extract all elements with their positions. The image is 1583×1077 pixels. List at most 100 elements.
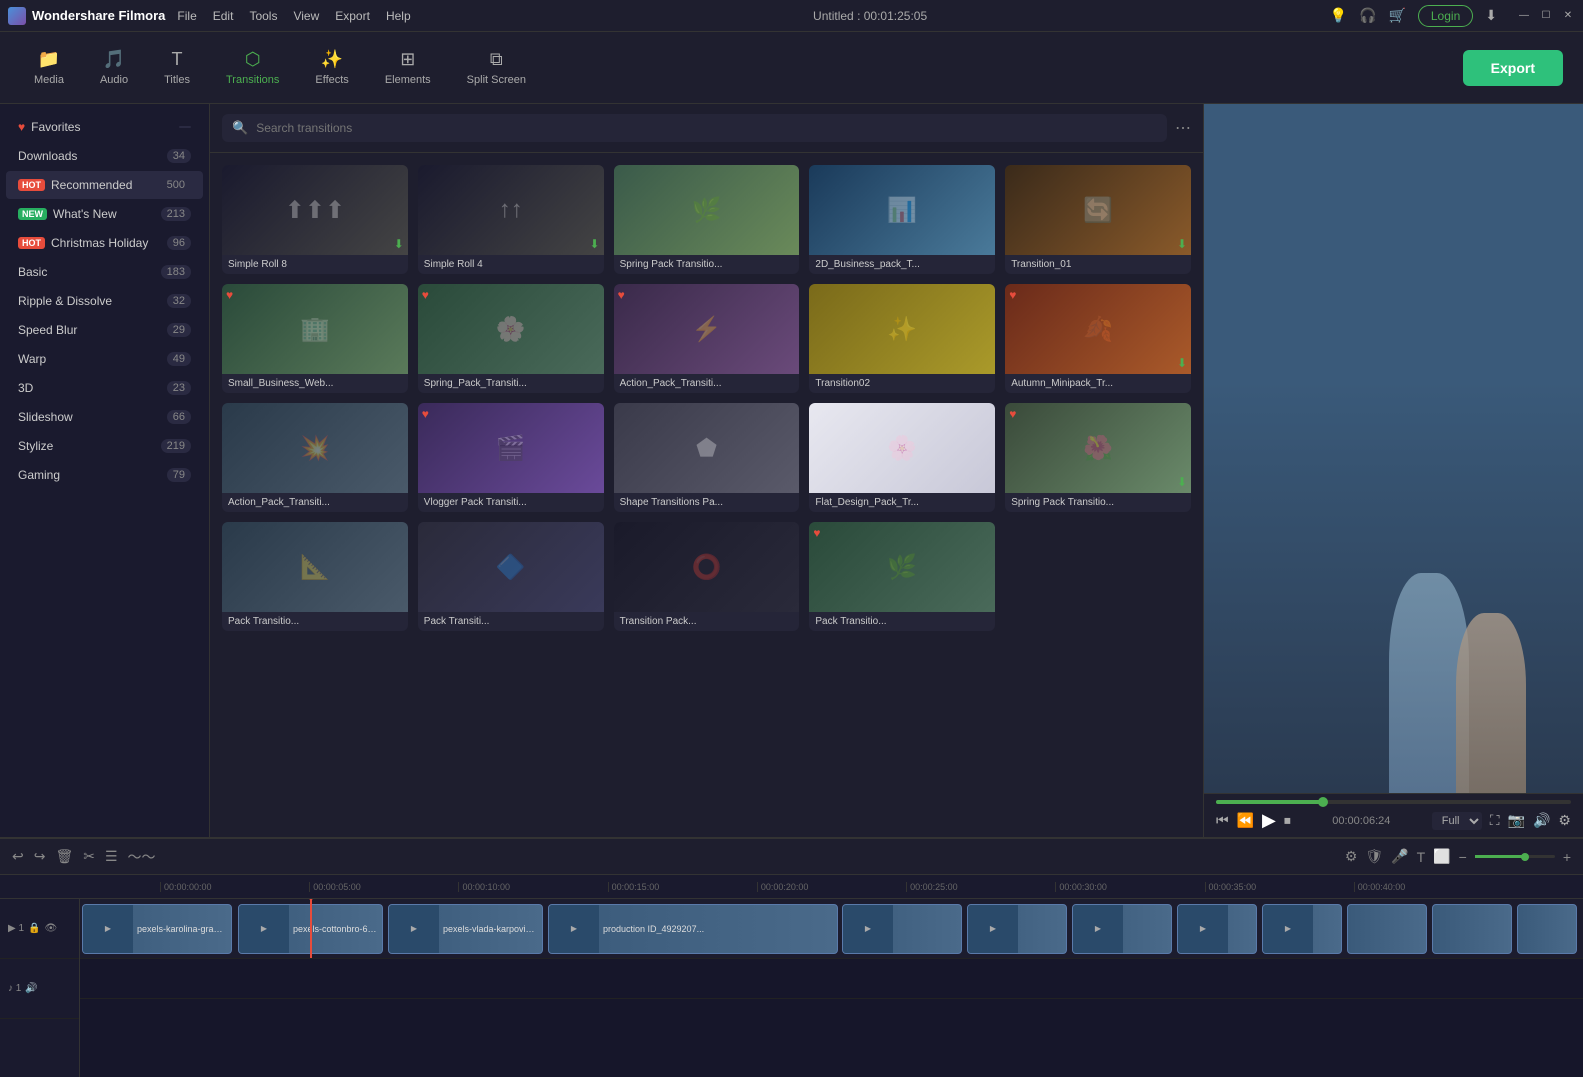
sidebar-item-recommended[interactable]: HOT Recommended 500: [6, 171, 203, 199]
transition-item-vlogger-pack[interactable]: ♥ 🎬 Vlogger Pack Transiti...: [418, 403, 604, 512]
mic-icon[interactable]: 🎤: [1391, 848, 1408, 865]
sidebar-item-3d[interactable]: 3D 23: [6, 374, 203, 402]
lock-icon[interactable]: 🔒: [28, 923, 40, 934]
video-clip-11[interactable]: [1432, 904, 1512, 954]
headphone-icon[interactable]: 🎧: [1359, 7, 1376, 24]
sidebar-item-basic[interactable]: Basic 183: [6, 258, 203, 286]
transition-item-shape-transitions[interactable]: ⬟ Shape Transitions Pa...: [614, 403, 800, 512]
sidebar-item-label: Ripple & Dissolve: [18, 294, 112, 308]
title-bar: Wondershare Filmora File Edit Tools View…: [0, 0, 1583, 32]
volume-icon[interactable]: 🔊: [1533, 812, 1550, 830]
transition-item-spring-pack[interactable]: 🌿 Spring Pack Transitio...: [614, 165, 800, 274]
audio-waveform-button[interactable]: 〜〜: [128, 847, 156, 867]
menu-view[interactable]: View: [293, 9, 319, 23]
media-tool[interactable]: 📁 Media: [20, 43, 78, 92]
audio-tool[interactable]: 🎵 Audio: [86, 43, 142, 92]
titles-tool[interactable]: T Titles: [150, 43, 204, 92]
transition-item-flat-design[interactable]: 🌸 Flat_Design_Pack_Tr...: [809, 403, 995, 512]
more-options-button[interactable]: ☰: [105, 848, 118, 865]
quality-select[interactable]: Full 1/2 1/4: [1432, 812, 1482, 830]
transition-item-simple-roll-8[interactable]: ⬆⬆⬆ ⬇ Simple Roll 8: [222, 165, 408, 274]
export-button[interactable]: Export: [1463, 50, 1563, 86]
transition-item-autumn-minipack[interactable]: ♥ 🍂 ⬇ Autumn_Minipack_Tr...: [1005, 284, 1191, 393]
cart-icon[interactable]: 🛒: [1388, 7, 1405, 24]
time-display: 00:00:06:24: [1332, 815, 1390, 827]
transition-item-row4d[interactable]: ♥ 🌿 Pack Transitio...: [809, 522, 995, 631]
video-clip-8[interactable]: ▶: [1177, 904, 1257, 954]
video-clip-10[interactable]: [1347, 904, 1427, 954]
video-clip-7[interactable]: ▶: [1072, 904, 1172, 954]
sidebar-item-downloads[interactable]: Downloads 34: [6, 142, 203, 170]
video-clip-9[interactable]: ▶: [1262, 904, 1342, 954]
fullscreen-icon[interactable]: ⛶: [1490, 812, 1500, 830]
transition-item-2d-business[interactable]: 📊 2D_Business_pack_T...: [809, 165, 995, 274]
undo-button[interactable]: ↩: [12, 848, 24, 865]
transition-item-simple-roll-4[interactable]: ↑↑ ⬇ Simple Roll 4: [418, 165, 604, 274]
video-clip-4[interactable]: ▶ production ID_4929207...: [548, 904, 838, 954]
shield-icon[interactable]: 🛡: [1365, 848, 1383, 865]
transition-item-row4b[interactable]: 🔷 Pack Transiti...: [418, 522, 604, 631]
sidebar-item-whats-new[interactable]: NEW What's New 213: [6, 200, 203, 228]
redo-button[interactable]: ↪: [34, 848, 46, 865]
delete-button[interactable]: 🗑: [55, 848, 73, 865]
text-icon[interactable]: T: [1417, 849, 1426, 865]
sidebar-item-christmas[interactable]: HOT Christmas Holiday 96: [6, 229, 203, 257]
eye-icon[interactable]: 👁: [44, 923, 57, 934]
settings-icon[interactable]: ⚙: [1558, 812, 1571, 830]
effects-tool[interactable]: ✨ Effects: [301, 43, 362, 92]
settings-icon[interactable]: ⚙: [1345, 848, 1358, 865]
transition-item-small-biz[interactable]: ♥ 🏢 Small_Business_Web...: [222, 284, 408, 393]
transition-label: Pack Transiti...: [418, 612, 604, 631]
transition-item-transition-01[interactable]: 🔄 ⬇ Transition_01: [1005, 165, 1191, 274]
track-speaker-icon[interactable]: 🔊: [25, 983, 37, 994]
transition-item-row4a[interactable]: 📐 Pack Transitio...: [222, 522, 408, 631]
transition-item-spring-pack-3[interactable]: ♥ 🌺 ⬇ Spring Pack Transitio...: [1005, 403, 1191, 512]
menu-edit[interactable]: Edit: [213, 9, 234, 23]
sidebar-item-left: Basic: [18, 265, 47, 279]
menu-help[interactable]: Help: [386, 9, 411, 23]
video-clip-1[interactable]: ▶ pexels-karolina-grabowsl: [82, 904, 232, 954]
login-button[interactable]: Login: [1418, 5, 1473, 27]
transitions-tool[interactable]: ⬡ Transitions: [212, 43, 293, 92]
menu-tools[interactable]: Tools: [249, 9, 277, 23]
minimize-button[interactable]: —: [1517, 9, 1531, 23]
transition-item-action-pack-2[interactable]: 💥 Action_Pack_Transiti...: [222, 403, 408, 512]
sidebar-item-favorites[interactable]: ♥ Favorites: [6, 113, 203, 141]
transition-item-row4c[interactable]: ⭕ Transition Pack...: [614, 522, 800, 631]
elements-tool[interactable]: ⊞ Elements: [371, 43, 445, 92]
sidebar-item-slideshow[interactable]: Slideshow 66: [6, 403, 203, 431]
download-icon[interactable]: ⬇: [1485, 7, 1497, 24]
sidebar-item-ripple[interactable]: Ripple & Dissolve 32: [6, 287, 203, 315]
skip-back-button[interactable]: ⏮: [1216, 812, 1229, 829]
sidebar-item-warp[interactable]: Warp 49: [6, 345, 203, 373]
sidebar-item-gaming[interactable]: Gaming 79: [6, 461, 203, 489]
menu-export[interactable]: Export: [335, 9, 370, 23]
sidebar-item-stylize[interactable]: Stylize 219: [6, 432, 203, 460]
zoom-out-button[interactable]: −: [1459, 849, 1467, 865]
split-screen-tool[interactable]: ⧉ Split Screen: [453, 43, 540, 92]
transition-item-action-pack[interactable]: ♥ ⚡ Action_Pack_Transiti...: [614, 284, 800, 393]
stop-button[interactable]: ⏹: [1284, 812, 1291, 829]
transition-item-spring-pack-2[interactable]: ♥ 🌸 Spring_Pack_Transiti...: [418, 284, 604, 393]
maximize-button[interactable]: ☐: [1539, 9, 1553, 23]
transition-label: Simple Roll 8: [222, 255, 408, 274]
lightbulb-icon[interactable]: 💡: [1330, 7, 1347, 24]
progress-bar[interactable]: [1216, 800, 1571, 804]
video-clip-3[interactable]: ▶ pexels-vlada-karpovich-8538225: [388, 904, 543, 954]
video-clip-5[interactable]: ▶: [842, 904, 962, 954]
transition-item-transition02[interactable]: ✨ Transition02: [809, 284, 995, 393]
cut-button[interactable]: ✂: [83, 848, 95, 865]
grid-options-icon[interactable]: ⋯: [1175, 118, 1191, 138]
step-back-button[interactable]: ⏪: [1237, 812, 1254, 829]
video-clip-12[interactable]: [1517, 904, 1577, 954]
caption-icon[interactable]: ⬜: [1433, 848, 1450, 865]
sidebar-item-speed-blur[interactable]: Speed Blur 29: [6, 316, 203, 344]
play-button[interactable]: ▶: [1262, 810, 1276, 831]
zoom-bar[interactable]: [1475, 855, 1555, 858]
search-input[interactable]: [256, 121, 1157, 135]
video-clip-6[interactable]: ▶: [967, 904, 1067, 954]
screenshot-icon[interactable]: 📷: [1508, 812, 1525, 830]
zoom-in-button[interactable]: +: [1563, 849, 1571, 865]
menu-file[interactable]: File: [177, 9, 196, 23]
close-button[interactable]: ✕: [1561, 9, 1575, 23]
